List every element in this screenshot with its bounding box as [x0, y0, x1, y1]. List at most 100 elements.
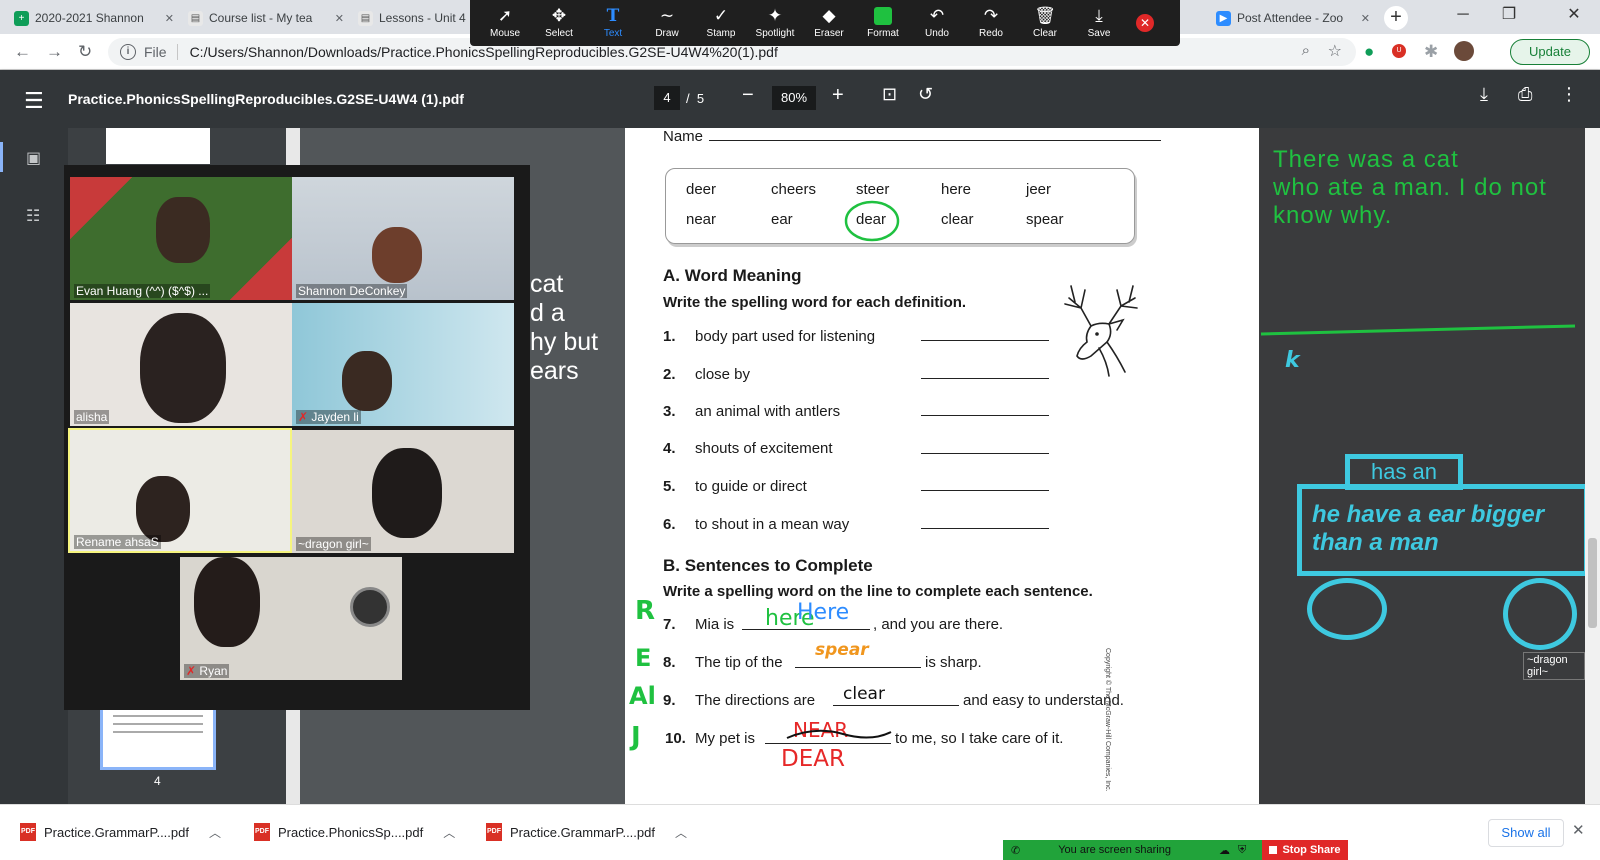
close-icon[interactable]: ✕: [1572, 821, 1585, 839]
maximize-icon[interactable]: ❐: [1486, 0, 1532, 30]
page-thumbnail[interactable]: [106, 128, 210, 164]
minimize-icon[interactable]: ─: [1440, 0, 1486, 30]
tool-format[interactable]: Format: [856, 7, 910, 39]
thumbnails-icon[interactable]: ▣: [26, 148, 41, 168]
car-body-box: he have a ear bigger than a man: [1297, 484, 1589, 576]
tool-label: Eraser: [814, 28, 844, 39]
video-tile[interactable]: Evan Huang (^^) ($^$) ...: [70, 177, 292, 300]
video-tile[interactable]: ~dragon girl~: [292, 430, 514, 553]
wand-icon: ✦: [767, 6, 783, 25]
print-icon[interactable]: ⎙: [1518, 84, 1532, 105]
tool-text[interactable]: T Text: [586, 7, 640, 39]
tab-zoom-attendee[interactable]: ▶ Post Attendee - Zoo ✕: [1210, 4, 1376, 32]
fit-page-icon[interactable]: ⊡: [882, 84, 897, 105]
zoom-input[interactable]: 80%: [772, 86, 816, 110]
zoom-out-icon[interactable]: −: [742, 84, 754, 107]
close-tab-icon[interactable]: ✕: [335, 12, 344, 25]
participant-name-text: Ryan: [199, 664, 228, 678]
name-label: Name: [663, 128, 704, 145]
pdf-file-icon: PDF: [486, 823, 502, 841]
muted-mic-icon: ✗: [186, 664, 197, 678]
tool-stamp[interactable]: ✓ Stamp: [694, 7, 748, 40]
extension-icon[interactable]: U: [1392, 44, 1406, 58]
tab-lessons[interactable]: ▤ Lessons - Unit 4: [352, 4, 472, 32]
answer-line: [921, 453, 1049, 454]
page-scrollbar[interactable]: [1585, 128, 1600, 804]
tool-label: Save: [1087, 28, 1111, 39]
word-bank-word: clear: [941, 211, 974, 228]
avatar[interactable]: [1454, 41, 1474, 61]
download-item[interactable]: PDF Practice.PhonicsSp....pdf ︿: [254, 823, 455, 841]
phone-icon: ✆: [1011, 844, 1021, 857]
tool-draw[interactable]: ∼ Draw: [640, 6, 694, 40]
tool-mouse[interactable]: ➚ Mouse: [478, 7, 532, 40]
download-item[interactable]: PDF Practice.GrammarP....pdf ︿: [20, 823, 221, 841]
video-tile[interactable]: alisha: [70, 303, 292, 426]
close-annotation-icon[interactable]: ✕: [1136, 14, 1154, 32]
answer-line: [833, 705, 959, 706]
zoom-in-icon[interactable]: +: [832, 84, 844, 107]
reload-icon[interactable]: ↻: [78, 42, 92, 62]
thumbnail-page-label: 4: [154, 774, 161, 788]
new-tab-button[interactable]: +: [1384, 6, 1408, 30]
scrollbar-thumb[interactable]: [1588, 538, 1597, 628]
tool-spotlight[interactable]: ✦ Spotlight: [748, 6, 802, 40]
tool-save[interactable]: ⤓ Save: [1072, 7, 1126, 40]
star-icon[interactable]: ☆: [1328, 41, 1342, 61]
participant-name: Evan Huang (^^) ($^$) ...: [74, 284, 211, 298]
extension-icon[interactable]: ●: [1364, 42, 1374, 62]
tab-title: Post Attendee - Zoo: [1237, 11, 1344, 25]
chevron-up-icon[interactable]: ︿: [209, 824, 221, 841]
close-window-icon[interactable]: ✕: [1548, 0, 1600, 30]
puzzle-icon[interactable]: ✱: [1424, 42, 1438, 62]
download-icon[interactable]: ⤓: [1480, 84, 1488, 105]
word-bank-word: deer: [686, 181, 717, 198]
name-line: [709, 140, 1161, 141]
search-icon[interactable]: ⌕: [1302, 42, 1310, 59]
tool-undo[interactable]: ↶ Undo: [910, 6, 964, 40]
squiggle-icon: ∼: [659, 6, 675, 25]
download-item[interactable]: PDF Practice.GrammarP....pdf ︿: [486, 823, 687, 841]
participant-video: [156, 197, 210, 263]
tab-course-list[interactable]: ▤ Course list - My tea ✕: [182, 4, 350, 32]
download-filename: Practice.GrammarP....pdf: [44, 824, 189, 840]
info-icon[interactable]: i: [120, 44, 136, 60]
update-button[interactable]: Update: [1510, 39, 1590, 65]
item-number: 1.: [663, 328, 676, 345]
outline-icon[interactable]: ☷: [26, 206, 40, 226]
pdf-toolbar: ☰ Practice.PhonicsSpellingReproducibles.…: [0, 70, 1600, 128]
tool-clear[interactable]: 🗑 Clear: [1018, 7, 1072, 40]
show-all-button[interactable]: Show all: [1488, 819, 1564, 847]
download-filename: Practice.PhonicsSp....pdf: [278, 824, 424, 840]
participant-name-text: Jayden li: [311, 410, 359, 424]
undo-icon: ↶: [929, 6, 945, 25]
menu-icon[interactable]: ☰: [24, 88, 44, 114]
video-tile[interactable]: ✗ Ryan: [180, 557, 402, 680]
video-tile[interactable]: Shannon DeConkey: [292, 177, 514, 300]
tool-eraser[interactable]: ◆ Eraser: [802, 6, 856, 40]
forward-icon[interactable]: →: [46, 42, 63, 62]
word-bank-word: near: [686, 211, 717, 228]
chevron-up-icon[interactable]: ︿: [443, 824, 455, 841]
annotation-board: There was a cat who ate a man. I do not …: [1259, 128, 1589, 804]
handwritten-answer: DEAR: [781, 746, 845, 772]
stop-share-label: Stop Share: [1282, 844, 1341, 856]
chevron-up-icon[interactable]: ︿: [675, 824, 687, 841]
video-tile-active-speaker[interactable]: Rename ahsaS: [68, 428, 292, 553]
page-number-input[interactable]: 4: [654, 86, 680, 110]
video-tile[interactable]: ✗ Jayden li: [292, 303, 514, 426]
rotate-icon[interactable]: ↺: [918, 84, 933, 105]
story-line: who ate a man. I do not: [1273, 174, 1547, 201]
eraser-icon: ◆: [822, 6, 836, 25]
tool-select[interactable]: ✥ Select: [532, 7, 586, 40]
close-tab-icon[interactable]: ✕: [1361, 12, 1370, 25]
close-tab-icon[interactable]: ✕: [165, 12, 174, 25]
participant-video: [372, 448, 442, 538]
stop-share-button[interactable]: Stop Share: [1262, 840, 1348, 860]
back-icon[interactable]: ←: [14, 42, 31, 62]
more-options-icon[interactable]: ⋮: [1560, 84, 1578, 105]
tool-redo[interactable]: ↷ Redo: [964, 7, 1018, 40]
tab-sheets[interactable]: + 2020-2021 Shannon ✕: [8, 4, 180, 32]
download-filename: Practice.GrammarP....pdf: [510, 824, 655, 840]
annotation-toolbar: ➚ Mouse ✥ Select T Text ∼ Draw ✓ Stamp ✦ Spotl…: [470, 0, 1180, 46]
